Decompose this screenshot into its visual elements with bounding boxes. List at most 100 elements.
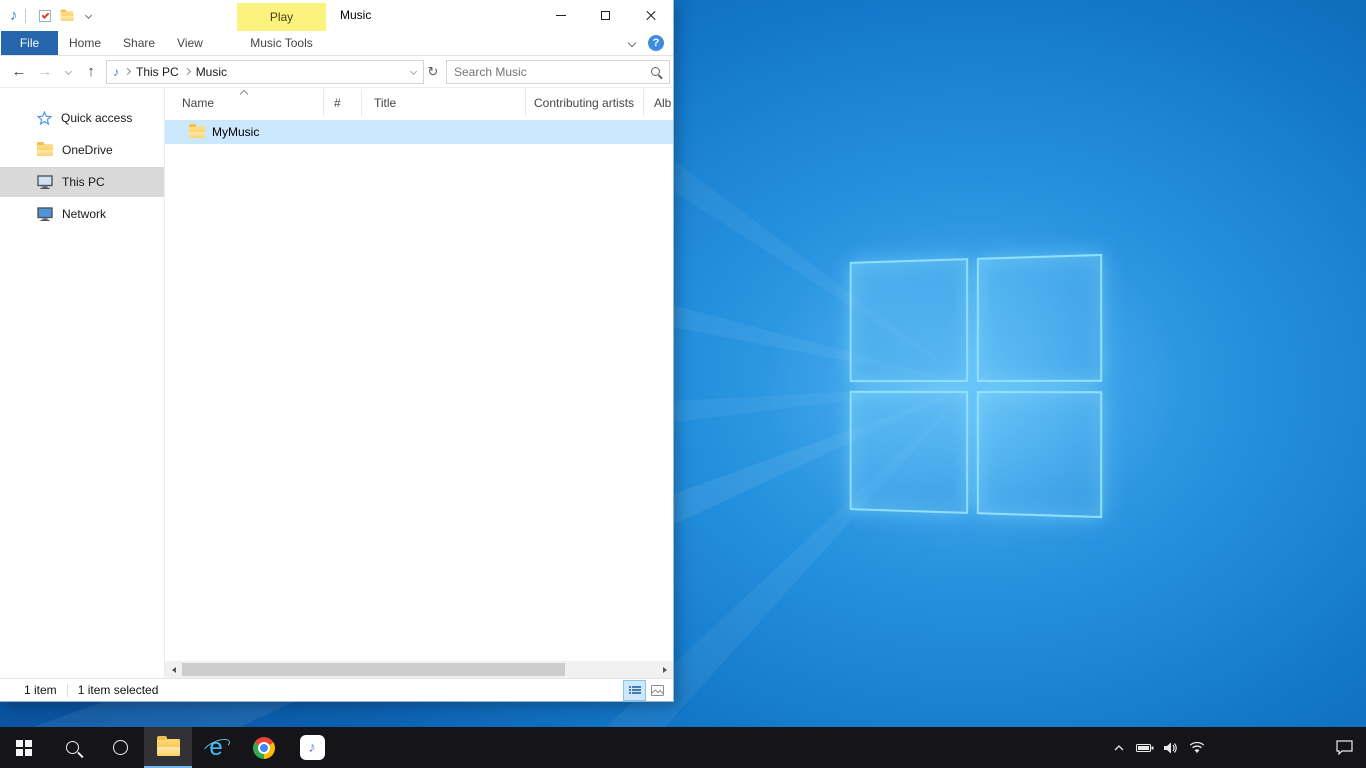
- taskbar: e ♪: [0, 727, 1366, 768]
- horizontal-scrollbar[interactable]: [165, 661, 673, 678]
- sidebar-item-this-pc[interactable]: This PC: [0, 167, 164, 197]
- ribbon-tab-bar: File Home Share View Music Tools ?: [0, 31, 673, 56]
- volume-indicator[interactable]: [1158, 727, 1184, 768]
- scroll-left-button[interactable]: [165, 661, 182, 678]
- battery-indicator[interactable]: [1132, 727, 1158, 768]
- file-row-mymusic[interactable]: MyMusic: [165, 120, 673, 144]
- taskbar-itunes-button[interactable]: ♪: [288, 727, 336, 768]
- sidebar-item-onedrive[interactable]: OneDrive: [0, 135, 164, 165]
- sidebar-item-network[interactable]: Network: [0, 199, 164, 229]
- address-music-note-icon: ♪: [113, 66, 119, 78]
- tab-view[interactable]: View: [166, 31, 214, 55]
- column-label: Contributing artists: [534, 96, 634, 110]
- windows-logo-pane: [850, 390, 968, 513]
- window-music-note-icon: ♪: [10, 8, 18, 23]
- column-header-title[interactable]: Title: [362, 89, 526, 116]
- cortana-button[interactable]: [96, 727, 144, 768]
- windows-logo-pane: [976, 391, 1102, 519]
- onedrive-folder-icon: [37, 144, 53, 156]
- network-indicator[interactable]: [1184, 727, 1210, 768]
- explorer-main: Quick access OneDrive This PC Network Na…: [0, 89, 673, 678]
- column-label: Title: [374, 96, 396, 110]
- scrollbar-thumb[interactable]: [182, 663, 565, 676]
- search-icon[interactable]: [651, 67, 660, 76]
- chevron-down-icon: [64, 68, 71, 75]
- windows-logo-pane: [850, 258, 968, 381]
- tab-music-tools[interactable]: Music Tools: [237, 31, 326, 55]
- start-button[interactable]: [0, 727, 48, 768]
- scroll-right-button[interactable]: [656, 661, 673, 678]
- properties-icon: [39, 10, 51, 22]
- column-header-name[interactable]: Name: [165, 89, 324, 116]
- chevron-up-icon: [1114, 745, 1124, 751]
- up-button[interactable]: ↑: [78, 59, 104, 85]
- taskbar-search-button[interactable]: [48, 727, 96, 768]
- close-button[interactable]: [628, 0, 673, 31]
- breadcrumb-this-pc[interactable]: This PC: [136, 65, 179, 79]
- items-count: 1 item: [24, 683, 57, 697]
- search-input[interactable]: [454, 65, 651, 79]
- forward-button[interactable]: →: [32, 59, 58, 85]
- help-button[interactable]: ?: [648, 35, 664, 51]
- folder-icon: [189, 126, 205, 138]
- navigation-bar: ← → ↑ ♪ This PC Music ↻: [0, 56, 673, 88]
- breadcrumb-chevron-icon[interactable]: [184, 68, 191, 75]
- column-header-album[interactable]: Alb: [644, 89, 673, 116]
- volume-icon: [1164, 742, 1179, 754]
- taskbar-internet-explorer-button[interactable]: e: [192, 727, 240, 768]
- breadcrumb-chevron-icon[interactable]: [124, 68, 131, 75]
- star-icon: [37, 111, 52, 125]
- details-view-icon: [629, 685, 641, 695]
- tab-home[interactable]: Home: [58, 31, 112, 55]
- titlebar: ♪ Play Music: [0, 0, 673, 31]
- window-title: Music: [340, 0, 371, 31]
- view-buttons: [624, 681, 668, 700]
- qat-customize-button[interactable]: [78, 5, 100, 27]
- chevron-down-icon: [85, 12, 92, 19]
- context-tab-header[interactable]: Play: [237, 3, 326, 31]
- tray-expand-button[interactable]: [1106, 727, 1132, 768]
- breadcrumb-music[interactable]: Music: [196, 65, 227, 79]
- action-center-icon: [1336, 740, 1353, 755]
- column-header-contributing-artists[interactable]: Contributing artists: [526, 89, 644, 116]
- back-button[interactable]: ←: [6, 59, 32, 85]
- sidebar-item-label: Quick access: [61, 111, 132, 125]
- battery-icon: [1136, 743, 1154, 753]
- window-controls: [538, 0, 673, 31]
- close-icon: [645, 10, 657, 22]
- chevron-down-icon: [409, 68, 416, 75]
- details-view-button[interactable]: [624, 681, 645, 700]
- large-icons-view-icon: [651, 685, 664, 696]
- itunes-icon: ♪: [300, 735, 325, 760]
- search-box[interactable]: [446, 60, 670, 84]
- column-header-number[interactable]: #: [324, 89, 362, 116]
- sidebar-item-quick-access[interactable]: Quick access: [0, 103, 164, 133]
- minimize-button[interactable]: [538, 0, 583, 31]
- column-label: Name: [182, 96, 214, 110]
- taskbar-chrome-button[interactable]: [240, 727, 288, 768]
- sidebar-item-label: Network: [62, 207, 106, 221]
- triangle-left-icon: [172, 667, 176, 673]
- selected-count: 1 item selected: [78, 683, 159, 697]
- expand-ribbon-chevron-icon[interactable]: [628, 39, 636, 47]
- system-tray: [1106, 727, 1366, 768]
- large-icons-view-button[interactable]: [647, 681, 668, 700]
- qat-properties-button[interactable]: [34, 5, 56, 27]
- refresh-button[interactable]: ↻: [424, 60, 442, 84]
- tab-file[interactable]: File: [1, 31, 58, 55]
- address-bar[interactable]: ♪ This PC Music: [106, 60, 424, 84]
- cortana-circle-icon: [113, 740, 128, 755]
- action-center-button[interactable]: [1322, 727, 1366, 768]
- qat-new-folder-button[interactable]: [56, 5, 78, 27]
- maximize-button[interactable]: [583, 0, 628, 31]
- taskbar-file-explorer-button[interactable]: [144, 727, 192, 768]
- file-list-area: Name # Title Contributing artists Alb My…: [165, 89, 673, 678]
- windows-logo-pane: [976, 254, 1102, 382]
- triangle-right-icon: [663, 667, 667, 673]
- file-name: MyMusic: [212, 125, 259, 139]
- file-rows: MyMusic: [165, 116, 673, 661]
- address-dropdown-button[interactable]: [403, 61, 423, 83]
- recent-locations-button[interactable]: [58, 59, 78, 85]
- sidebar-item-label: OneDrive: [62, 143, 113, 157]
- tab-share[interactable]: Share: [112, 31, 166, 55]
